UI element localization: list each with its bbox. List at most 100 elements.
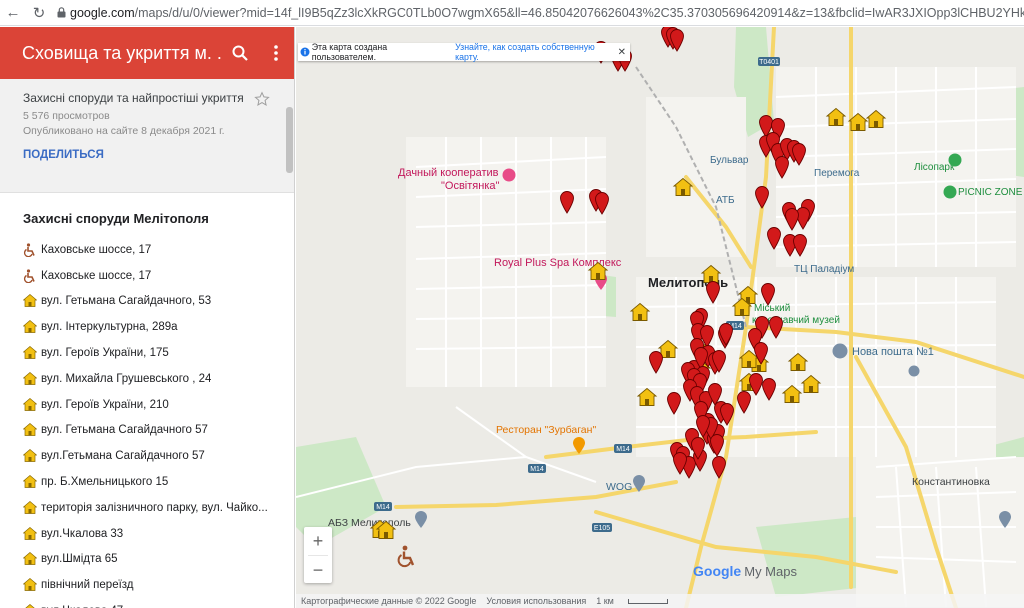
- map-footer: Картографические данные © 2022 Google Ус…: [296, 594, 1024, 608]
- browser-address-bar: ← ↻ google.com/maps/d/u/0/viewer?mid=14f…: [0, 0, 1024, 26]
- my-maps-logo-text: My Maps: [744, 564, 797, 579]
- legend-item[interactable]: вул. Михайла Грушевського , 24: [23, 366, 294, 392]
- legend-item[interactable]: вул.Шмідта 65: [23, 547, 294, 573]
- legend-item-label: вул. Героїв України, 175: [41, 347, 169, 360]
- shelter-house-icon[interactable]: [800, 374, 822, 393]
- map-canvas[interactable]: M14 M14 M14 M14 E105 T0401 Дачный коопер…: [296, 27, 1024, 608]
- house-icon: [23, 552, 39, 566]
- legend-item-label: вул.Чкалова 33: [41, 527, 124, 540]
- legend-item-label: вул. Гетьмана Сагайдачного 57: [41, 424, 208, 437]
- shelter-pin-icon[interactable]: [710, 434, 724, 457]
- legend-item[interactable]: північний переїзд: [23, 572, 294, 598]
- legend-item-label: Каховське шоссе, 17: [41, 269, 152, 282]
- legend-item-label: Каховське шоссе, 17: [41, 243, 152, 256]
- house-icon: [23, 604, 39, 608]
- view-count: 5 576 просмотров: [23, 110, 110, 122]
- published-date: Опубликовано на сайте 8 декабря 2021 г.: [23, 125, 225, 137]
- legend-item-label: територія залізничного парку, вул. Чайко…: [41, 501, 268, 514]
- shelter-pin-icon[interactable]: [762, 378, 776, 401]
- shelter-pin-icon[interactable]: [769, 316, 783, 339]
- sidebar-header: Сховища та укриття м. ...: [0, 27, 294, 79]
- shelter-house-icon[interactable]: [587, 261, 609, 280]
- url-path: /maps/d/u/0/viewer?mid=14f_lI9B5qZz3lcXk…: [134, 5, 1024, 20]
- house-icon: [23, 346, 39, 360]
- shelter-house-icon[interactable]: [787, 352, 809, 371]
- shelter-pin-icon[interactable]: [796, 207, 810, 230]
- create-map-link[interactable]: Узнайте, как создать собственную карту.: [455, 42, 618, 62]
- legend-item[interactable]: вул.Чкалова 47: [23, 598, 294, 608]
- legend-item[interactable]: пр. Б.Хмельницького 15: [23, 469, 294, 495]
- back-arrow-icon[interactable]: ←: [0, 0, 26, 26]
- shelter-house-icon[interactable]: [636, 387, 658, 406]
- shelter-pin-icon[interactable]: [737, 391, 751, 414]
- legend-item[interactable]: Каховське шоссе, 17: [23, 237, 294, 263]
- shelter-pin-icon[interactable]: [775, 156, 789, 179]
- google-logo-text: Google: [693, 563, 742, 579]
- shelter-pin-icon[interactable]: [706, 281, 720, 304]
- url-field[interactable]: google.com/maps/d/u/0/viewer?mid=14f_lI9…: [70, 6, 1024, 20]
- shelter-pin-icon[interactable]: [761, 283, 775, 306]
- legend-item-label: північний переїзд: [41, 579, 134, 592]
- legend-item[interactable]: вул. Героїв України, 175: [23, 340, 294, 366]
- more-vert-icon[interactable]: [258, 27, 294, 79]
- shelter-pin-icon[interactable]: [767, 227, 781, 250]
- shelter-pin-icon[interactable]: [720, 403, 734, 426]
- shelter-pin-icon[interactable]: [667, 392, 681, 415]
- shelter-pin-icon[interactable]: [649, 351, 663, 374]
- shelter-house-icon[interactable]: [825, 107, 847, 126]
- share-button[interactable]: ПОДЕЛИТЬСЯ: [23, 149, 294, 161]
- scale-text: 1 км: [596, 596, 614, 606]
- zoom-in-button[interactable]: +: [304, 527, 332, 555]
- house-icon: [23, 475, 39, 489]
- map-info-panel: Захисні споруди та найпростіші укриття 5…: [0, 79, 294, 193]
- map-title[interactable]: Сховища та укриття м. ...: [22, 43, 222, 64]
- zoom-out-button[interactable]: −: [304, 556, 332, 584]
- banner-text: Эта карта создана пользователем.: [311, 42, 388, 62]
- house-icon: [23, 397, 39, 412]
- search-icon[interactable]: [222, 27, 258, 79]
- shelter-house-icon[interactable]: [672, 177, 694, 196]
- accessible-icon[interactable]: [397, 545, 415, 568]
- accessible-icon: [23, 243, 39, 257]
- legend-item-label: пр. Б.Хмельницького 15: [41, 476, 169, 489]
- legend-item[interactable]: вул. Гетьмана Сагайдачного 57: [23, 418, 294, 444]
- shelter-pin-icon[interactable]: [749, 373, 763, 396]
- shelter-house-icon[interactable]: [865, 109, 887, 128]
- shelter-pin-icon[interactable]: [712, 456, 726, 479]
- shelter-house-icon[interactable]: [847, 112, 869, 131]
- shelter-pin-icon[interactable]: [755, 186, 769, 209]
- close-icon[interactable]: ✕: [618, 47, 626, 58]
- accessible-icon: [23, 269, 39, 283]
- house-icon: [23, 526, 39, 541]
- legend-item[interactable]: вул. Інтеркультурна, 289а: [23, 314, 294, 340]
- house-icon: [23, 423, 39, 437]
- layer-title: Захисні споруди Мелітополя: [23, 211, 209, 226]
- scale-bar: [627, 599, 668, 605]
- house-icon: [23, 578, 39, 592]
- shelter-house-icon[interactable]: [781, 384, 803, 403]
- reload-icon[interactable]: ↻: [26, 0, 52, 26]
- shelter-pin-icon[interactable]: [785, 208, 799, 231]
- legend-item[interactable]: вул.Чкалова 33: [23, 521, 294, 547]
- legend-item[interactable]: територія залізничного парку, вул. Чайко…: [23, 495, 294, 521]
- legend-item[interactable]: Каховське шоссе, 17: [23, 263, 294, 289]
- google-my-maps-logo: Google My Maps: [693, 563, 797, 579]
- attribution-text: Картографические данные © 2022 Google: [301, 596, 477, 606]
- star-icon[interactable]: [254, 91, 270, 107]
- shelter-pin-icon[interactable]: [560, 191, 574, 214]
- house-icon: [23, 371, 39, 386]
- house-icon: [23, 449, 39, 463]
- info-icon: [298, 47, 312, 57]
- zoom-control: + −: [304, 527, 332, 583]
- legend-item[interactable]: вул.Гетьмана Сагайдачного 57: [23, 443, 294, 469]
- shelter-house-icon[interactable]: [629, 302, 651, 321]
- lock-icon[interactable]: [52, 0, 70, 26]
- shelter-house-icon[interactable]: [700, 264, 722, 283]
- shelter-pin-icon[interactable]: [793, 234, 807, 257]
- legend-item[interactable]: вул. Гетьмана Сагайдачного, 53: [23, 289, 294, 315]
- legend-item[interactable]: вул. Героїв України, 210: [23, 392, 294, 418]
- url-host: google.com: [70, 5, 135, 20]
- shelter-pin-icon[interactable]: [595, 192, 609, 215]
- terms-link[interactable]: Условия использования: [486, 596, 586, 606]
- sidebar-scrollbar[interactable]: [286, 107, 293, 173]
